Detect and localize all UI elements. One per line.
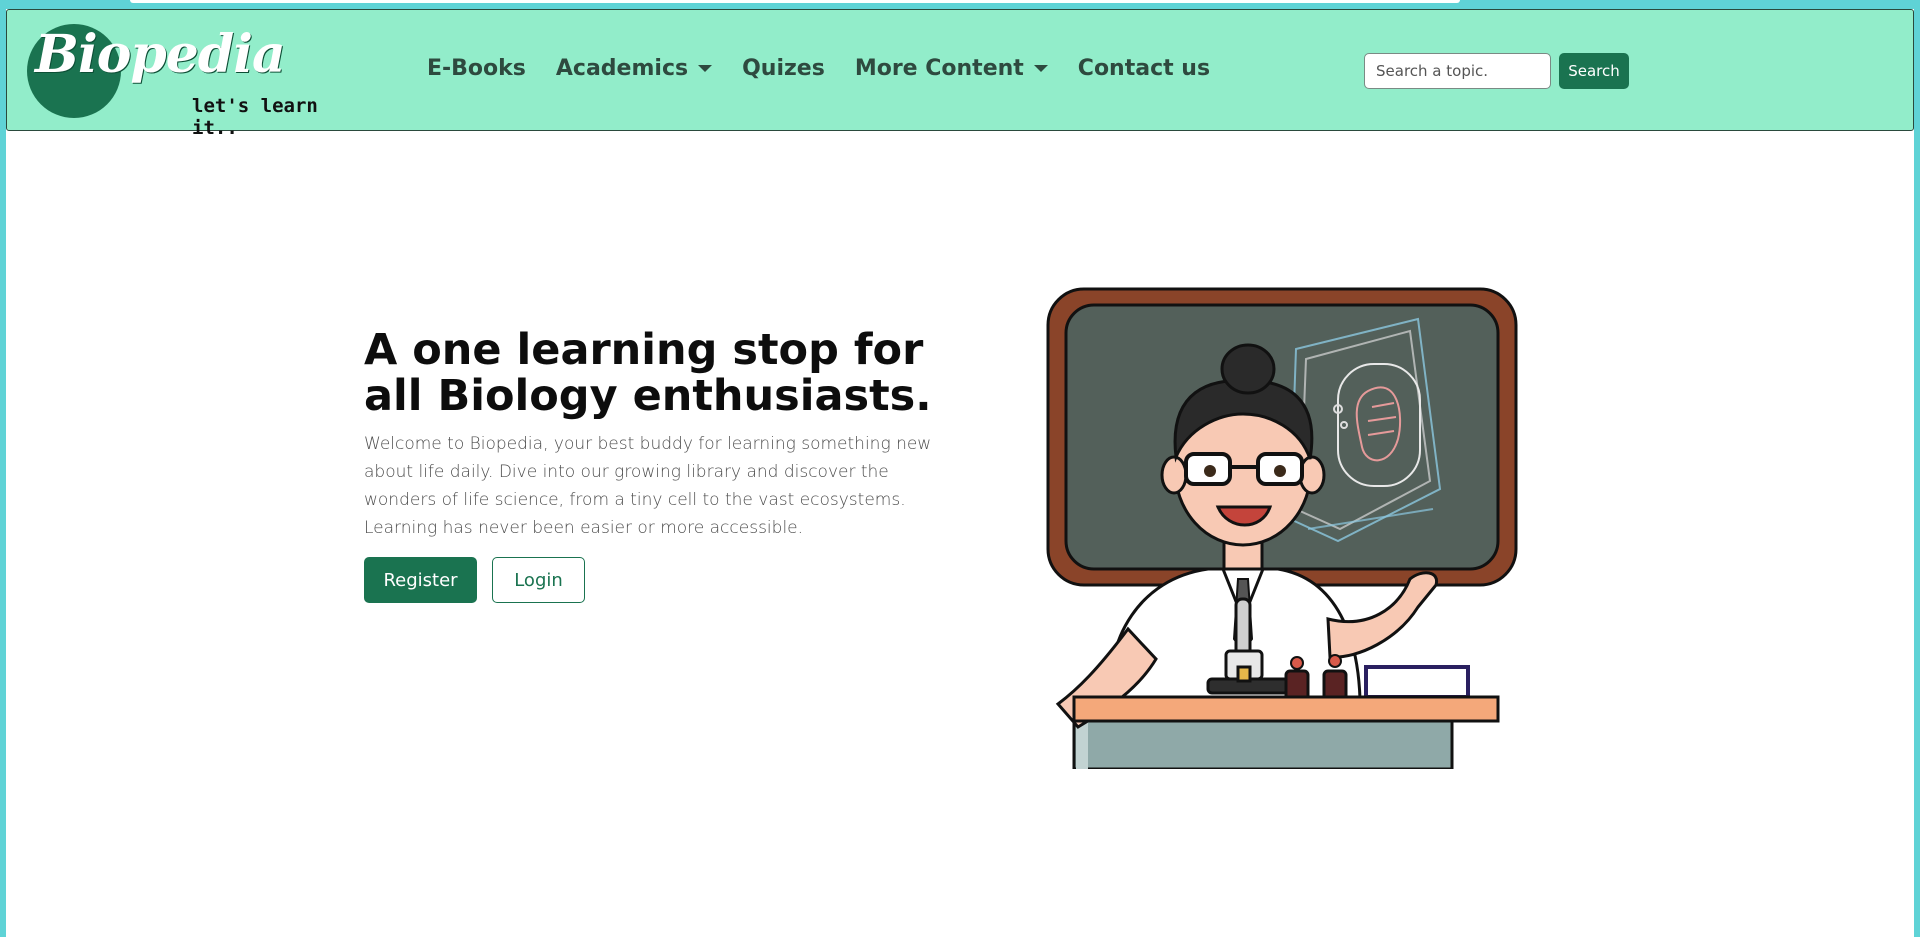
nav-item-label: Academics: [555, 56, 689, 81]
browser-top-strip: [130, 0, 1460, 3]
logo-wordmark: Biopedia: [35, 24, 286, 85]
nav-item-label: More Content: [854, 56, 1024, 81]
navbar: Biopedia let's learn it.. E-Books Academ…: [6, 9, 1914, 139]
nav-item-contact-us[interactable]: Contact us: [1078, 56, 1210, 81]
caret-down-icon: [1033, 65, 1048, 72]
page: Biopedia let's learn it.. E-Books Academ…: [6, 9, 1914, 937]
teacher-illustration: [1046, 287, 1518, 769]
nav-item-ebooks[interactable]: E-Books: [427, 56, 526, 81]
nav-item-more-content[interactable]: More Content: [855, 56, 1048, 81]
brand-logo[interactable]: Biopedia let's learn it..: [27, 22, 347, 139]
nav-item-label: Contact us: [1077, 56, 1211, 81]
nav-item-quizes[interactable]: Quizes: [742, 56, 825, 81]
nav-item-label: E-Books: [427, 56, 526, 81]
search-input[interactable]: [1364, 53, 1551, 89]
register-button[interactable]: Register: [364, 557, 477, 603]
nav-menu: E-Books Academics Quizes More Content Co…: [427, 56, 1210, 81]
hero-title: A one learning stop for all Biology enth…: [364, 325, 932, 421]
login-button[interactable]: Login: [492, 557, 585, 603]
search-button[interactable]: Search: [1559, 53, 1629, 89]
caret-down-icon: [698, 65, 713, 72]
logo-tagline: let's learn it..: [192, 95, 318, 139]
hero-description: Welcome to Biopedia, your best buddy for…: [364, 434, 932, 538]
nav-item-label: Quizes: [742, 56, 825, 81]
nav-item-academics[interactable]: Academics: [555, 56, 713, 81]
